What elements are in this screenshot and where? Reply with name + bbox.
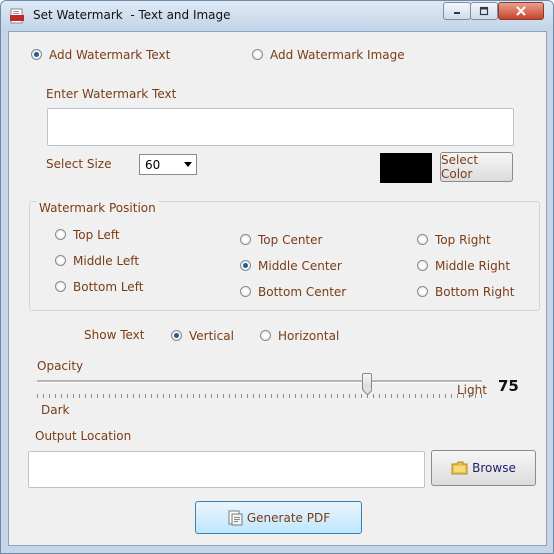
pos-bottom-center-label[interactable]: Bottom Center — [258, 285, 346, 299]
select-color-button[interactable]: Select Color — [440, 152, 513, 182]
browse-label: Browse — [472, 461, 516, 475]
minimize-icon — [454, 12, 460, 14]
app-window: Set Watermark - Text and Image Add Water… — [0, 0, 554, 554]
color-swatch — [380, 153, 432, 183]
add-image-label[interactable]: Add Watermark Image — [270, 48, 405, 62]
pdf-app-icon — [10, 8, 24, 24]
add-text-label[interactable]: Add Watermark Text — [49, 48, 170, 62]
opacity-label: Opacity — [37, 359, 84, 373]
minimize-button[interactable] — [443, 2, 471, 20]
close-icon — [516, 6, 526, 16]
pos-middle-center-radio[interactable] — [240, 260, 251, 271]
pos-top-center-label[interactable]: Top Center — [258, 233, 322, 247]
pos-top-left-label[interactable]: Top Left — [73, 228, 120, 242]
generate-pdf-button[interactable]: Generate PDF — [195, 501, 362, 534]
add-text-radio[interactable] — [31, 49, 42, 60]
show-text-label: Show Text — [84, 328, 145, 342]
position-group-label: Watermark Position — [36, 201, 159, 215]
generate-pdf-label: Generate PDF — [246, 510, 331, 525]
pos-middle-right-label[interactable]: Middle Right — [435, 259, 510, 273]
pos-middle-left-radio[interactable] — [55, 255, 66, 266]
opacity-slider-ticks — [37, 394, 482, 398]
pos-bottom-left-label[interactable]: Bottom Left — [73, 280, 143, 294]
output-location-label: Output Location — [35, 429, 132, 443]
pos-middle-left-label[interactable]: Middle Left — [73, 254, 139, 268]
dialog-body: Add Watermark Text Add Watermark Image E… — [8, 31, 547, 546]
horizontal-radio[interactable] — [260, 330, 271, 341]
close-button[interactable] — [498, 2, 544, 20]
opacity-slider-track[interactable] — [37, 380, 482, 383]
size-select[interactable]: 60 — [139, 154, 197, 175]
size-value: 60 — [145, 158, 161, 172]
maximize-icon — [479, 6, 489, 16]
pos-top-right-radio[interactable] — [417, 234, 428, 245]
watermark-text-input[interactable] — [47, 108, 514, 146]
dark-label: Dark — [41, 403, 70, 417]
pos-bottom-center-radio[interactable] — [240, 286, 251, 297]
horizontal-label[interactable]: Horizontal — [278, 329, 339, 343]
pos-top-center-radio[interactable] — [240, 234, 251, 245]
size-label: Select Size — [46, 157, 112, 171]
window-title: Set Watermark - Text and Image — [33, 8, 231, 22]
vertical-radio[interactable] — [171, 330, 182, 341]
chevron-down-icon — [184, 162, 192, 167]
pos-top-left-radio[interactable] — [55, 229, 66, 240]
title-bar[interactable]: Set Watermark - Text and Image — [1, 1, 553, 31]
pos-bottom-left-radio[interactable] — [55, 281, 66, 292]
pos-top-right-label[interactable]: Top Right — [435, 233, 491, 247]
pdf-document-icon — [228, 510, 243, 525]
browse-button[interactable]: Browse — [431, 450, 536, 486]
light-label: Light — [457, 383, 487, 397]
pos-middle-right-radio[interactable] — [417, 260, 428, 271]
opacity-value: 75 — [498, 377, 519, 395]
pos-bottom-right-radio[interactable] — [417, 286, 428, 297]
vertical-label[interactable]: Vertical — [189, 329, 234, 343]
pos-middle-center-label[interactable]: Middle Center — [258, 259, 342, 273]
add-image-radio[interactable] — [252, 49, 263, 60]
pos-bottom-right-label[interactable]: Bottom Right — [435, 285, 514, 299]
watermark-text-label: Enter Watermark Text — [46, 87, 177, 101]
maximize-button[interactable] — [470, 2, 498, 20]
output-location-input[interactable] — [28, 451, 425, 488]
opacity-slider-thumb[interactable] — [362, 373, 372, 390]
folder-icon — [451, 461, 468, 475]
